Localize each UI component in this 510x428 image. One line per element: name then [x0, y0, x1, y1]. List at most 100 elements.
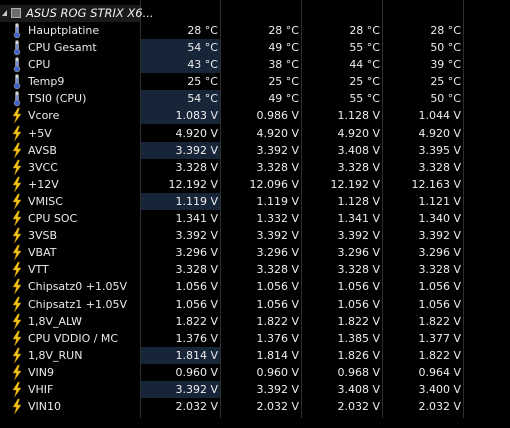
- current-value: 1.056 V: [175, 280, 218, 294]
- current-value: 3.392 V: [141, 380, 220, 398]
- sensor-row[interactable]: AVSB 3.392 V 3.392 V 3.408 V 3.395 V: [0, 141, 470, 159]
- sensor-row[interactable]: CPU SOC 1.341 V 1.332 V 1.341 V 1.340 V: [0, 210, 470, 227]
- min-value: 4.920 V: [256, 126, 299, 140]
- lightning-icon: [11, 227, 23, 244]
- current-value: 12.192 V: [168, 177, 218, 191]
- min-value: 12.096 V: [249, 177, 299, 191]
- sensor-row[interactable]: 3VSB 3.392 V 3.392 V 3.392 V 3.392 V: [0, 227, 470, 244]
- current-value: 1.119 V: [141, 192, 220, 210]
- sensor-row[interactable]: +5V 4.920 V 4.920 V 4.920 V 4.920 V: [0, 125, 470, 142]
- sensor-row[interactable]: VIN10 2.032 V 2.032 V 2.032 V 2.032 V: [0, 398, 470, 415]
- min-value: 0.960 V: [256, 365, 299, 379]
- sensor-row[interactable]: +12V 12.192 V 12.096 V 12.192 V 12.163 V: [0, 176, 470, 193]
- lightning-icon: [11, 381, 23, 398]
- sensor-label: CPU Gesamt: [28, 41, 97, 55]
- max-value: 1.128 V: [337, 194, 380, 208]
- max-value: 4.920 V: [337, 126, 380, 140]
- collapse-arrow-icon[interactable]: [2, 10, 7, 16]
- max-value: 3.408 V: [337, 143, 380, 157]
- sensor-row[interactable]: 3VCC 3.328 V 3.328 V 3.328 V 3.328 V: [0, 159, 470, 176]
- avg-value: 1.121 V: [418, 194, 461, 208]
- sensor-row[interactable]: Chipsatz1 +1.05V 1.056 V 1.056 V 1.056 V 1.0…: [0, 296, 470, 313]
- sensor-label: 3VCC: [28, 160, 58, 174]
- thermometer-icon: [11, 39, 23, 56]
- lightning-icon: [11, 398, 23, 415]
- sensor-label: VBAT: [28, 246, 57, 260]
- sensor-row[interactable]: Vcore 1.083 V 0.986 V 1.128 V 1.044 V: [0, 107, 470, 125]
- current-value: 3.296 V: [175, 246, 218, 260]
- min-value: 25 °C: [268, 75, 299, 89]
- min-value: 3.392 V: [256, 382, 299, 396]
- sensor-row[interactable]: TSI0 (CPU) 54 °C 49 °C 55 °C 50 °C: [0, 90, 470, 108]
- current-value: 1.083 V: [141, 107, 220, 125]
- sensor-row[interactable]: Hauptplatine 28 °C 28 °C 28 °C 28 °C: [0, 22, 470, 39]
- sensor-label: VIN10: [28, 400, 61, 414]
- max-value: 3.328 V: [337, 263, 380, 277]
- lightning-icon: [11, 261, 23, 278]
- min-value: 3.296 V: [256, 246, 299, 260]
- sensor-label: Vcore: [28, 109, 60, 123]
- group-header[interactable]: ASUS ROG STRIX X6...: [0, 5, 470, 22]
- avg-value: 50 °C: [430, 92, 461, 106]
- avg-value: 3.400 V: [418, 382, 461, 396]
- sensor-row[interactable]: VMISC 1.119 V 1.119 V 1.128 V 1.121 V: [0, 192, 470, 210]
- current-value: 3.328 V: [175, 160, 218, 174]
- motherboard-chip-icon: [11, 8, 21, 18]
- sensor-label: 1,8V_ALW: [28, 314, 83, 328]
- sensor-row[interactable]: CPU 43 °C 38 °C 44 °C 39 °C: [0, 56, 470, 74]
- sensor-row[interactable]: 1,8V_ALW 1.822 V 1.822 V 1.822 V 1.822 V: [0, 313, 470, 330]
- sensor-row[interactable]: VIN9 0.960 V 0.960 V 0.968 V 0.964 V: [0, 364, 470, 381]
- current-value: 1.822 V: [175, 314, 218, 328]
- current-value: 1.376 V: [175, 331, 218, 345]
- sensor-row[interactable]: VHIF 3.392 V 3.392 V 3.408 V 3.400 V: [0, 380, 470, 398]
- min-value: 38 °C: [268, 58, 299, 72]
- lightning-icon: [11, 210, 23, 227]
- sensor-label: CPU: [28, 58, 51, 72]
- sensor-row[interactable]: VBAT 3.296 V 3.296 V 3.296 V 3.296 V: [0, 244, 470, 261]
- avg-value: 12.163 V: [411, 177, 461, 191]
- max-value: 0.968 V: [337, 365, 380, 379]
- current-value: 54 °C: [141, 39, 220, 57]
- avg-value: 4.920 V: [418, 126, 461, 140]
- max-value: 3.392 V: [337, 229, 380, 243]
- sensor-label: +5V: [28, 126, 52, 140]
- avg-value: 3.328 V: [418, 263, 461, 277]
- max-value: 12.192 V: [330, 177, 380, 191]
- sensor-label: VIN9: [28, 365, 54, 379]
- min-value: 3.328 V: [256, 160, 299, 174]
- max-value: 2.032 V: [337, 400, 380, 414]
- sensor-row[interactable]: Temp9 25 °C 25 °C 25 °C 25 °C: [0, 73, 470, 90]
- sensor-row[interactable]: CPU VDDIO / MC 1.376 V 1.376 V 1.385 V 1.377…: [0, 330, 470, 347]
- current-value: 28 °C: [187, 24, 218, 37]
- avg-value: 3.296 V: [418, 246, 461, 260]
- current-value: 3.392 V: [141, 141, 220, 159]
- sensor-row[interactable]: Chipsatz0 +1.05V 1.056 V 1.056 V 1.056 V 1.0…: [0, 278, 470, 295]
- min-value: 1.056 V: [256, 280, 299, 294]
- thermometer-icon: [11, 90, 23, 107]
- current-value: 4.920 V: [175, 126, 218, 140]
- sensor-row[interactable]: CPU Gesamt 54 °C 49 °C 55 °C 50 °C: [0, 39, 470, 57]
- sensor-row[interactable]: VTT 3.328 V 3.328 V 3.328 V 3.328 V: [0, 261, 470, 278]
- sensor-label: VHIF: [28, 382, 54, 396]
- min-value: 49 °C: [268, 92, 299, 106]
- min-value: 49 °C: [268, 41, 299, 55]
- sensor-label: CPU SOC: [28, 212, 78, 226]
- max-value: 1.822 V: [337, 314, 380, 328]
- thermometer-icon: [11, 56, 23, 73]
- lightning-icon: [11, 244, 23, 261]
- current-value: 1.814 V: [141, 346, 220, 364]
- sensor-label: 1,8V_RUN: [28, 348, 83, 362]
- min-value: 1.814 V: [256, 348, 299, 362]
- sensor-label: Chipsatz1 +1.05V: [28, 297, 127, 311]
- max-value: 1.385 V: [337, 331, 380, 345]
- sensor-label: Hauptplatine: [28, 24, 100, 37]
- current-value: 43 °C: [141, 56, 220, 74]
- sensor-label: AVSB: [28, 143, 57, 157]
- sensor-row[interactable]: 1,8V_RUN 1.814 V 1.814 V 1.826 V 1.822 V: [0, 346, 470, 364]
- lightning-icon: [11, 278, 23, 295]
- avg-value: 50 °C: [430, 41, 461, 55]
- current-value: 0.960 V: [175, 365, 218, 379]
- current-value: 3.328 V: [175, 263, 218, 277]
- min-value: 3.392 V: [256, 143, 299, 157]
- avg-value: 1.822 V: [418, 348, 461, 362]
